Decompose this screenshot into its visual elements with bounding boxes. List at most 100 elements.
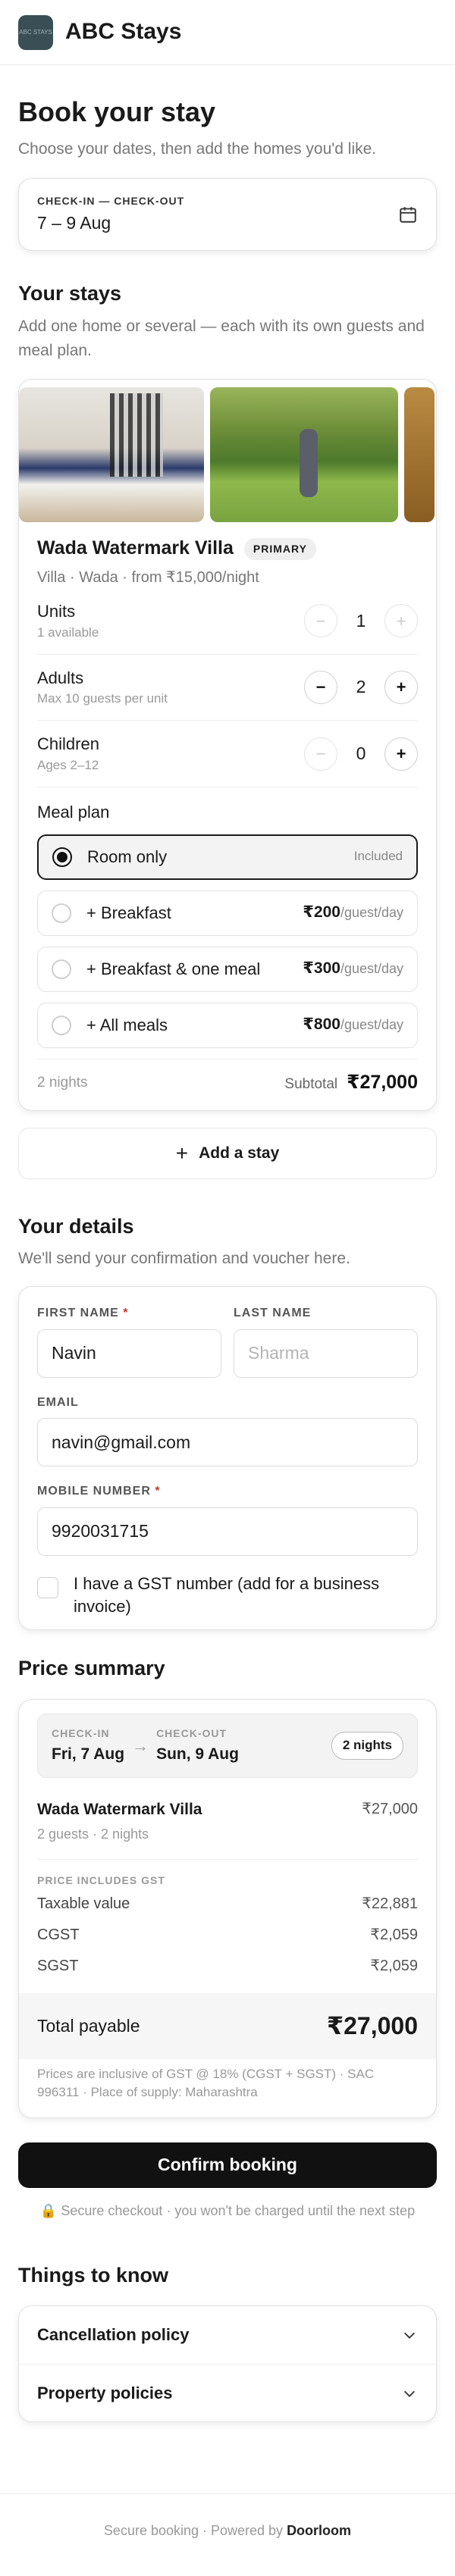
children-value: 0 — [356, 743, 366, 764]
chevron-down-icon — [403, 2332, 416, 2340]
checkin-value: Fri, 7 Aug — [52, 1745, 125, 1763]
first-name-label: FIRST NAME * — [37, 1307, 129, 1320]
meal-price: ₹800/guest/day — [303, 1016, 403, 1034]
plus-icon: + — [175, 1141, 189, 1166]
meal-option-breakfast[interactable]: + Breakfast ₹200/guest/day — [37, 890, 418, 936]
add-stay-button[interactable]: + Add a stay — [18, 1128, 437, 1180]
children-minus-button[interactable]: − — [304, 737, 337, 771]
villa-name: Wada Watermark Villa — [37, 537, 234, 559]
units-hint: 1 available — [37, 624, 99, 640]
children-row: Children Ages 2–12 − 0 + — [37, 721, 418, 787]
arrow-right-icon: → — [132, 1736, 149, 1755]
property-policies-row[interactable]: Property policies — [19, 2364, 436, 2421]
confirm-booking-button[interactable]: Confirm booking — [18, 2142, 437, 2188]
villa-photo-bedroom[interactable] — [19, 387, 204, 523]
meal-label: + Breakfast — [86, 903, 171, 922]
units-plus-button[interactable]: + — [384, 604, 418, 638]
gst-label: I have a GST number (add for a business … — [74, 1573, 380, 1616]
details-form: FIRST NAME * Navin LAST NAME Sharma EMAI… — [18, 1286, 437, 1631]
units-value: 1 — [356, 610, 366, 631]
price-summary-title: Price summary — [18, 1657, 165, 1680]
meal-label: Room only — [87, 847, 168, 866]
adults-row: Adults Max 10 guests per unit − 2 + — [37, 655, 418, 721]
adults-minus-button[interactable]: − — [304, 671, 337, 704]
details-subtitle: We'll send your confirmation and voucher… — [18, 1249, 350, 1267]
stay-subtotal: Subtotal ₹27,000 — [284, 1071, 418, 1093]
stay-subtotal-row: 2 nights Subtotal ₹27,000 — [37, 1058, 418, 1096]
meal-price: ₹200/guest/day — [303, 903, 403, 922]
meal-price: ₹300/guest/day — [303, 959, 403, 978]
radio-unselected[interactable] — [52, 959, 71, 979]
price-summary-card: CHECK-IN Fri, 7 Aug → CHECK-OUT Sun, 9 Aug… — [18, 1698, 437, 2118]
meal-option-room-only[interactable]: Room only Included — [37, 834, 418, 880]
gst-heading: PRICE INCLUDES GST — [37, 1873, 165, 1886]
summary-dates: CHECK-IN Fri, 7 Aug → CHECK-OUT Sun, 9 Aug… — [37, 1713, 418, 1778]
mobile-input[interactable]: 9920031715 — [37, 1507, 418, 1556]
units-stepper: − 1 + — [304, 604, 418, 638]
email-input[interactable]: navin@gmail.com — [37, 1418, 418, 1467]
taxable-line: Taxable value ₹22,881 — [37, 1895, 418, 1912]
adults-plus-button[interactable]: + — [384, 671, 418, 704]
cgst-line: CGST ₹2,059 — [37, 1926, 418, 1943]
children-hint: Ages 2–12 — [37, 758, 99, 772]
stays-title: Your stays — [18, 281, 122, 305]
summary-item-meta: 2 guests · 2 nights — [37, 1826, 149, 1842]
adults-value: 2 — [356, 677, 366, 697]
property-policies-label: Property policies — [37, 2383, 173, 2402]
radio-unselected[interactable] — [52, 1015, 71, 1035]
adults-stepper: − 2 + — [304, 671, 418, 704]
nights-badge: 2 nights — [331, 1731, 403, 1760]
footer-brand[interactable]: Doorloom — [287, 2523, 351, 2538]
date-picker[interactable]: CHECK-IN — CHECK-OUT 7 – 9 Aug — [18, 177, 437, 251]
last-name-label: LAST NAME — [234, 1307, 312, 1320]
stay-nights: 2 nights — [37, 1074, 88, 1091]
gst-checkbox[interactable] — [37, 1576, 58, 1598]
things-accordion: Cancellation policy Property policies — [18, 2305, 437, 2423]
photo-carousel[interactable] — [19, 380, 436, 523]
footer: Secure booking · Powered by Doorloom — [0, 2493, 455, 2540]
summary-item-value: ₹27,000 — [362, 1800, 418, 1817]
footer-text: Secure booking · Powered by — [103, 2523, 287, 2538]
children-plus-button[interactable]: + — [384, 737, 418, 771]
stays-subtitle: Add one home or several — each with its … — [18, 318, 425, 359]
cancellation-policy-row[interactable]: Cancellation policy — [19, 2306, 436, 2364]
adults-hint: Max 10 guests per unit — [37, 691, 168, 706]
gst-option[interactable]: I have a GST number (add for a business … — [37, 1573, 418, 1617]
villa-photo-lawn[interactable] — [210, 387, 398, 523]
units-minus-button[interactable]: − — [304, 604, 337, 638]
summary-item-name: Wada Watermark Villa — [37, 1800, 202, 1818]
total-value: ₹27,000 — [326, 2011, 418, 2039]
first-name-input[interactable]: Navin — [37, 1329, 221, 1378]
stay-card: Wada Watermark Villa PRIMARY Villa · Wad… — [18, 379, 437, 1112]
children-label: Children — [37, 734, 99, 754]
date-value: 7 – 9 Aug — [37, 212, 111, 233]
chevron-down-icon — [403, 2390, 416, 2397]
cancellation-policy-label: Cancellation policy — [37, 2325, 190, 2345]
primary-badge: PRIMARY — [243, 537, 316, 560]
page-subtitle: Choose your dates, then add the homes yo… — [18, 139, 377, 158]
meal-option-breakfast-one-meal[interactable]: + Breakfast & one meal ₹300/guest/day — [37, 946, 418, 992]
brand-name: ABC Stays — [65, 19, 182, 45]
email-label: EMAIL — [37, 1395, 79, 1409]
last-name-input[interactable]: Sharma — [234, 1329, 418, 1378]
secure-note: 🔒 Secure checkout · you won't be charged… — [39, 2202, 416, 2218]
app-header: ABC STAYS ABC Stays — [0, 0, 455, 65]
radio-selected[interactable] — [52, 847, 72, 867]
meal-label: + Breakfast & one meal — [86, 959, 261, 978]
page-title: Book your stay — [18, 96, 216, 127]
radio-unselected[interactable] — [52, 903, 71, 923]
brand-logo[interactable]: ABC STAYS — [18, 14, 53, 50]
total-row: Total payable ₹27,000 — [19, 1992, 436, 2059]
gst-note: Prices are inclusive of GST @ 18% (CGST … — [37, 2066, 375, 2100]
adults-label: Adults — [37, 668, 84, 687]
meal-option-all-meals[interactable]: + All meals ₹800/guest/day — [37, 1002, 418, 1048]
calendar-icon — [400, 207, 416, 223]
sgst-line: SGST ₹2,059 — [37, 1957, 418, 1974]
meal-included-note: Included — [353, 849, 403, 864]
things-title: Things to know — [18, 2263, 168, 2286]
summary-item: Wada Watermark Villa 2 guests · 2 nights… — [37, 1799, 418, 1844]
units-row: Units 1 available − 1 + — [37, 588, 418, 655]
villa-photo-door[interactable] — [404, 387, 435, 523]
mobile-label: MOBILE NUMBER * — [37, 1485, 161, 1498]
checkout-value: Sun, 9 Aug — [156, 1745, 239, 1763]
